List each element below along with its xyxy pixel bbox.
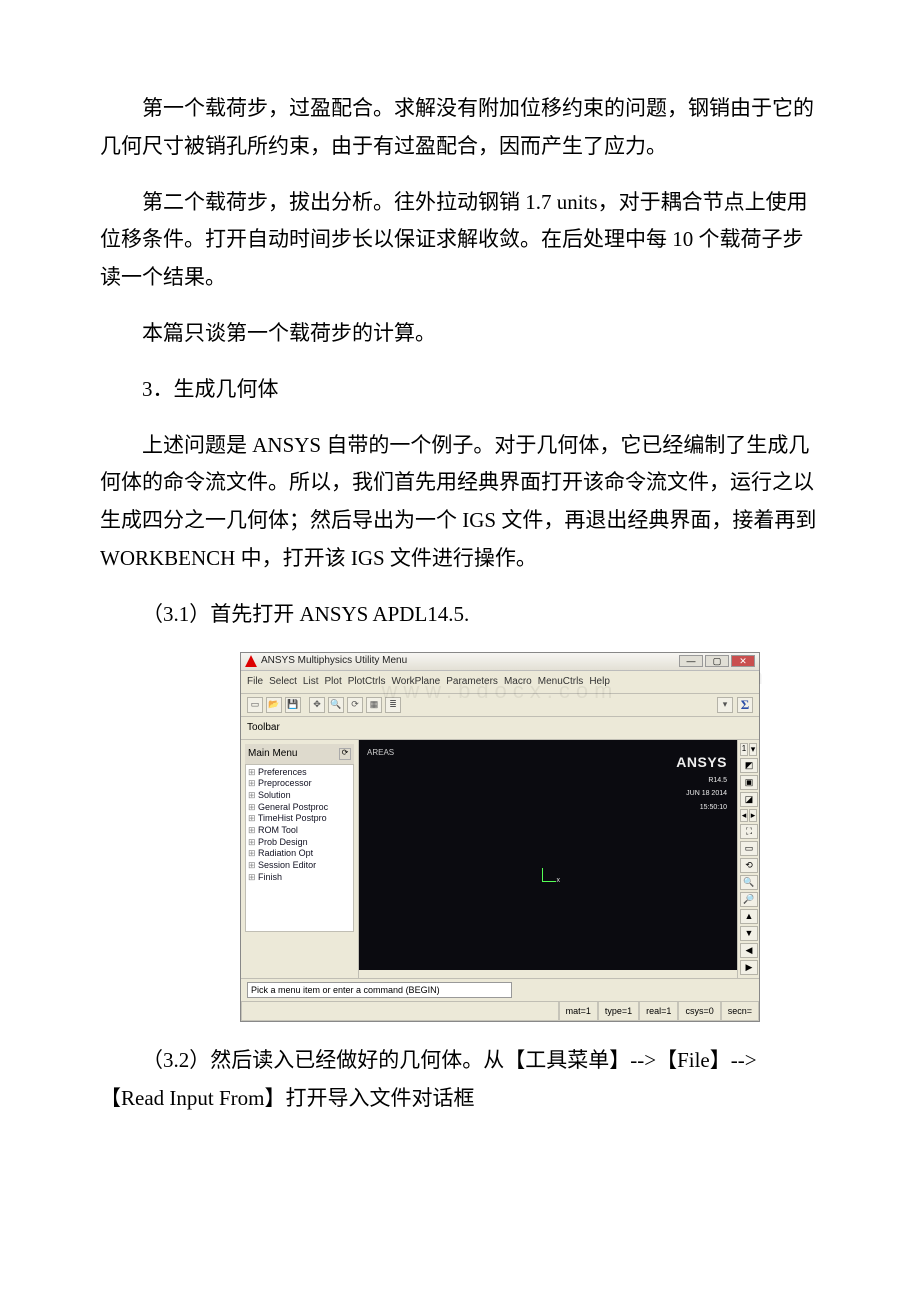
rotate-left-icon[interactable]: ◀ xyxy=(740,943,758,958)
tool-new-icon[interactable]: ▭ xyxy=(247,697,263,713)
menu-menuctrls[interactable]: MenuCtrls xyxy=(538,673,584,691)
menu-file[interactable]: File xyxy=(247,673,263,691)
status-bar: mat=1 type=1 real=1 csys=0 secn= xyxy=(241,1001,759,1021)
rotate-right-icon[interactable]: ▶ xyxy=(740,960,758,975)
main-menu-tree: Preferences Preprocessor Solution Genera… xyxy=(245,764,354,932)
zoom-in-icon[interactable]: 🔍 xyxy=(740,875,758,890)
paragraph-load-step-1: 第一个载荷步，过盈配合。求解没有附加位移约束的问题，钢销由于它的几何尺寸被销孔所… xyxy=(100,90,820,166)
mm-timehist-postpro[interactable]: TimeHist Postpro xyxy=(248,813,351,825)
tool-image-icon[interactable]: ▦ xyxy=(366,697,382,713)
gfx-coordinate-triad: x xyxy=(540,864,560,884)
refresh-icon[interactable]: ⟳ xyxy=(339,748,351,760)
box-zoom-icon[interactable]: ▭ xyxy=(740,841,758,856)
gfx-date-2: 15:50:10 xyxy=(676,802,727,815)
paragraph-geometry-intro: 上述问题是 ANSYS 自带的一个例子。对于几何体，它已经编制了生成几何体的命令… xyxy=(100,427,820,578)
gfx-areas-label: AREAS xyxy=(367,746,394,760)
app-icon xyxy=(245,655,257,667)
status-type: type=1 xyxy=(598,1002,639,1021)
status-pick xyxy=(241,1002,559,1021)
tool-zoom-icon[interactable]: 🔍 xyxy=(328,697,344,713)
gfx-brand-block: ANSYS R14.5 JUN 18 2014 15:50:10 xyxy=(676,750,727,815)
window-menu-button[interactable]: ▾ xyxy=(749,743,757,756)
view-oblique-icon[interactable]: ◪ xyxy=(740,792,758,807)
graphics-window[interactable]: AREAS ANSYS R14.5 JUN 18 2014 15:50:10 x xyxy=(359,740,737,970)
axis-x-icon xyxy=(542,881,556,882)
mm-preferences[interactable]: Preferences xyxy=(248,767,351,779)
axis-x-label: x xyxy=(556,875,560,888)
step-3-1: （3.1）首先打开 ANSYS APDL14.5. xyxy=(100,596,820,634)
mm-prob-design[interactable]: Prob Design xyxy=(248,837,351,849)
tool-open-icon[interactable]: 📂 xyxy=(266,697,282,713)
right-toolbar: 1▾ ◩ ▣ ◪ ◂▸ ⛶ ▭ ⟲ 🔍 🔎 ▲ ▼ ◀ ▶ xyxy=(737,740,759,978)
ansys-window: m ANSYS Multiphysics Utility Menu — ▢ ✕ … xyxy=(240,652,760,1022)
main-content-area: Main Menu ⟳ Preferences Preprocessor Sol… xyxy=(241,740,759,978)
menu-parameters[interactable]: Parameters xyxy=(446,673,498,691)
status-mat: mat=1 xyxy=(559,1002,598,1021)
mm-preprocessor[interactable]: Preprocessor xyxy=(248,778,351,790)
menu-plotctrls[interactable]: PlotCtrls xyxy=(348,673,386,691)
main-menu-panel: Main Menu ⟳ Preferences Preprocessor Sol… xyxy=(241,740,359,978)
mm-session-editor[interactable]: Session Editor xyxy=(248,860,351,872)
tool-pan-icon[interactable]: ✥ xyxy=(309,697,325,713)
menu-macro[interactable]: Macro xyxy=(504,673,532,691)
toolbar-label-row: Toolbar xyxy=(241,717,759,740)
gfx-release: R14.5 xyxy=(676,775,727,788)
zoom-out-icon[interactable]: 🔎 xyxy=(740,892,758,907)
axis-y-icon xyxy=(542,868,543,882)
status-secn: secn= xyxy=(721,1002,759,1021)
ansys-screenshot: m ANSYS Multiphysics Utility Menu — ▢ ✕ … xyxy=(240,652,820,1022)
menu-select[interactable]: Select xyxy=(269,673,297,691)
window-title: ANSYS Multiphysics Utility Menu xyxy=(261,652,407,670)
tool-report-icon[interactable]: ≣ xyxy=(385,697,401,713)
mm-rom-tool[interactable]: ROM Tool xyxy=(248,825,351,837)
view-front-icon[interactable]: ▣ xyxy=(740,775,758,790)
maximize-button[interactable]: ▢ xyxy=(705,655,729,667)
zoom-next-icon[interactable]: ▸ xyxy=(749,809,757,822)
menu-workplane[interactable]: WorkPlane xyxy=(392,673,441,691)
status-real: real=1 xyxy=(639,1002,678,1021)
step-3-2: （3.2）然后读入已经做好的几何体。从【工具菜单】-->【File】-->【Re… xyxy=(100,1042,820,1118)
zoom-prev-icon[interactable]: ◂ xyxy=(740,809,748,822)
mm-radiation-opt[interactable]: Radiation Opt xyxy=(248,848,351,860)
pan-up-icon[interactable]: ▲ xyxy=(740,909,758,924)
menu-help[interactable]: Help xyxy=(589,673,610,691)
paragraph-load-step-2: 第二个载荷步，拔出分析。往外拉动钢销 1.7 units，对于耦合节点上使用位移… xyxy=(100,184,820,297)
command-line-bar xyxy=(241,978,759,1001)
window-1-button[interactable]: 1 xyxy=(740,743,748,756)
gfx-ansys-logo: ANSYS xyxy=(676,750,727,775)
mm-solution[interactable]: Solution xyxy=(248,790,351,802)
tool-sigma-icon[interactable]: Σ xyxy=(737,697,753,713)
minimize-button[interactable]: — xyxy=(679,655,703,667)
tool-rotate-icon[interactable]: ⟳ xyxy=(347,697,363,713)
fit-view-icon[interactable]: ⛶ xyxy=(740,824,758,839)
menu-bar: www.bdocx.com File Select List Plot Plot… xyxy=(241,671,759,694)
menu-list[interactable]: List xyxy=(303,673,319,691)
paragraph-scope-note: 本篇只谈第一个载荷步的计算。 xyxy=(100,315,820,353)
tool-save-icon[interactable]: 💾 xyxy=(285,697,301,713)
pan-down-icon[interactable]: ▼ xyxy=(740,926,758,941)
mm-general-postproc[interactable]: General Postproc xyxy=(248,802,351,814)
view-iso-icon[interactable]: ◩ xyxy=(740,758,758,773)
gfx-date-1: JUN 18 2014 xyxy=(676,788,727,801)
standard-toolbar: ▭ 📂 💾 ✥ 🔍 ⟳ ▦ ≣ ▾ Σ xyxy=(241,694,759,717)
dynamic-rotate-icon[interactable]: ⟲ xyxy=(740,858,758,873)
status-csys: csys=0 xyxy=(678,1002,720,1021)
window-titlebar: ANSYS Multiphysics Utility Menu — ▢ ✕ xyxy=(241,653,759,671)
command-input[interactable] xyxy=(247,982,512,998)
menu-plot[interactable]: Plot xyxy=(324,673,341,691)
section-heading-3: 3．生成几何体 xyxy=(100,371,820,409)
mm-finish[interactable]: Finish xyxy=(248,872,351,884)
tool-dropdown-icon[interactable]: ▾ xyxy=(717,697,733,713)
main-menu-title: Main Menu xyxy=(248,745,297,763)
toolbar-separator xyxy=(304,697,306,713)
